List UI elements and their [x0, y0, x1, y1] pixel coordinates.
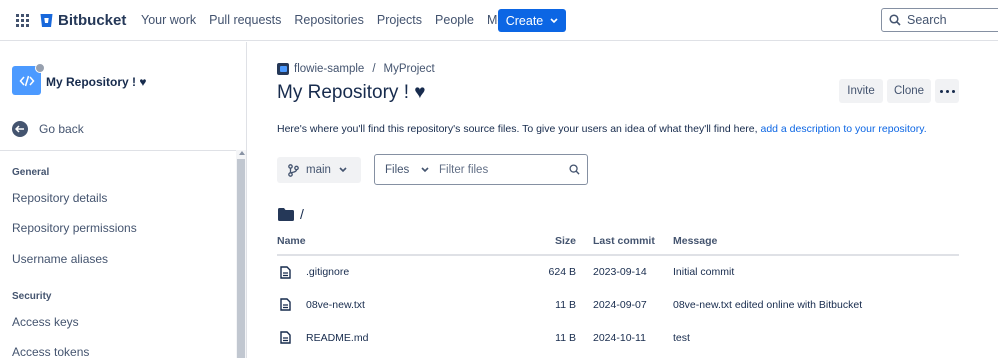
nav-your-work[interactable]: Your work [141, 13, 196, 27]
folder-icon [278, 207, 294, 221]
lock-icon [35, 63, 45, 73]
go-back-label: Go back [39, 122, 84, 136]
file-name-cell[interactable]: README.md [277, 331, 517, 344]
table-row[interactable]: .gitignore 624 B 2023-09-14 Initial comm… [277, 255, 959, 288]
workspace-icon [277, 63, 289, 75]
nav-people[interactable]: People [435, 13, 474, 27]
repository-description: Here's where you'll find this repository… [277, 123, 927, 135]
code-icon [19, 75, 34, 86]
column-header-size[interactable]: Size [517, 228, 576, 256]
file-table: Name Size Last commit Message .gitignore… [277, 228, 959, 354]
search-icon [889, 14, 901, 26]
file-commit-message[interactable]: test [673, 321, 959, 354]
top-navigation: Bitbucket Your work Pull requests Reposi… [0, 0, 998, 41]
file-size: 11 B [555, 331, 576, 344]
invite-button-label: Invite [847, 85, 875, 97]
sidebar-scrollbar-thumb[interactable] [237, 159, 245, 358]
table-row[interactable]: README.md 11 B 2024-10-11 test [277, 321, 959, 354]
bitbucket-logo-icon [40, 14, 53, 27]
nav-projects[interactable]: Projects [377, 13, 422, 27]
app-switcher-icon[interactable] [16, 14, 29, 27]
path-root[interactable]: / [300, 206, 304, 222]
sidebar-item-repository-details[interactable]: Repository details [12, 191, 107, 205]
file-last-commit: 2024-09-07 [593, 298, 647, 311]
file-filter: Files Filter files [374, 154, 588, 185]
sidebar-item-username-aliases[interactable]: Username aliases [12, 252, 108, 266]
sidebar-item-repository-permissions[interactable]: Repository permissions [12, 221, 137, 235]
file-name[interactable]: .gitignore [306, 266, 349, 278]
more-horizontal-icon [938, 89, 956, 93]
invite-button[interactable]: Invite [839, 79, 883, 103]
file-commit-message[interactable]: Initial commit [673, 255, 959, 288]
file-icon [280, 331, 291, 344]
primary-nav: Your work Pull requests Repositories Pro… [141, 13, 539, 27]
branch-name: main [306, 164, 331, 176]
chevron-down-icon [550, 17, 558, 23]
chevron-down-icon [339, 167, 347, 173]
file-icon [280, 298, 291, 311]
file-last-commit: 2023-09-14 [593, 266, 647, 278]
nav-pull-requests[interactable]: Pull requests [209, 13, 281, 27]
clone-button-label: Clone [893, 85, 925, 97]
sidebar-section-security: Security [12, 291, 52, 302]
add-description-link[interactable]: add a description to your repository. [760, 123, 926, 135]
chevron-down-icon [421, 166, 429, 172]
table-row[interactable]: 08ve-new.txt 11 B 2024-09-07 08ve-new.tx… [277, 288, 959, 321]
sidebar-divider [0, 150, 247, 151]
file-name-cell[interactable]: 08ve-new.txt [277, 298, 517, 311]
filter-files-input[interactable]: Filter files [439, 164, 569, 176]
breadcrumb-separator: / [372, 63, 376, 75]
file-size: 11 B [555, 298, 576, 311]
file-name[interactable]: README.md [306, 332, 368, 344]
file-name-cell[interactable]: .gitignore [277, 265, 517, 279]
file-commit-message[interactable]: 08ve-new.txt edited online with Bitbucke… [673, 288, 959, 321]
clone-button[interactable]: Clone [887, 79, 931, 103]
scroll-up-arrow-icon[interactable] [239, 151, 245, 155]
column-header-last-commit[interactable]: Last commit [576, 228, 673, 256]
nav-repositories[interactable]: Repositories [294, 13, 363, 27]
sidebar-item-access-keys[interactable]: Access keys [12, 315, 79, 329]
current-path: / [278, 206, 304, 222]
go-back-link[interactable]: Go back [12, 121, 84, 137]
breadcrumb: flowie-sample / MyProject [277, 63, 435, 75]
main-content: flowie-sample / MyProject My Repository … [248, 42, 998, 358]
filter-type-label: Files [385, 163, 410, 176]
brand-name: Bitbucket [58, 12, 127, 29]
description-text: Here's where you'll find this repository… [277, 123, 761, 135]
sidebar: My Repository ! ♥ Go back General Reposi… [0, 42, 247, 358]
search-icon [569, 164, 580, 175]
file-icon [280, 265, 291, 279]
branch-icon [288, 163, 299, 177]
create-button-label: Create [505, 13, 544, 28]
breadcrumb-project[interactable]: MyProject [384, 63, 435, 75]
more-actions-button[interactable] [935, 79, 959, 103]
file-size: 624 B [548, 266, 576, 278]
table-header-row: Name Size Last commit Message [277, 228, 959, 256]
bitbucket-logo[interactable]: Bitbucket [40, 12, 126, 29]
sidebar-item-access-tokens[interactable]: Access tokens [12, 345, 89, 358]
file-last-commit: 2024-10-11 [593, 331, 646, 344]
search-placeholder: Search [907, 13, 947, 27]
column-header-name[interactable]: Name [277, 228, 517, 256]
search-input[interactable]: Search [881, 8, 998, 32]
column-header-message[interactable]: Message [673, 228, 959, 256]
create-button[interactable]: Create [498, 9, 566, 32]
sidebar-section-general: General [12, 167, 50, 178]
sidebar-repo-name[interactable]: My Repository ! ♥ [46, 75, 146, 89]
arrow-left-icon [12, 121, 28, 137]
branch-selector[interactable]: main [277, 157, 361, 183]
breadcrumb-workspace[interactable]: flowie-sample [294, 63, 364, 75]
page-title: My Repository ! ♥ [277, 82, 426, 103]
filter-type-select[interactable]: Files [375, 155, 439, 184]
file-name[interactable]: 08ve-new.txt [306, 299, 365, 311]
